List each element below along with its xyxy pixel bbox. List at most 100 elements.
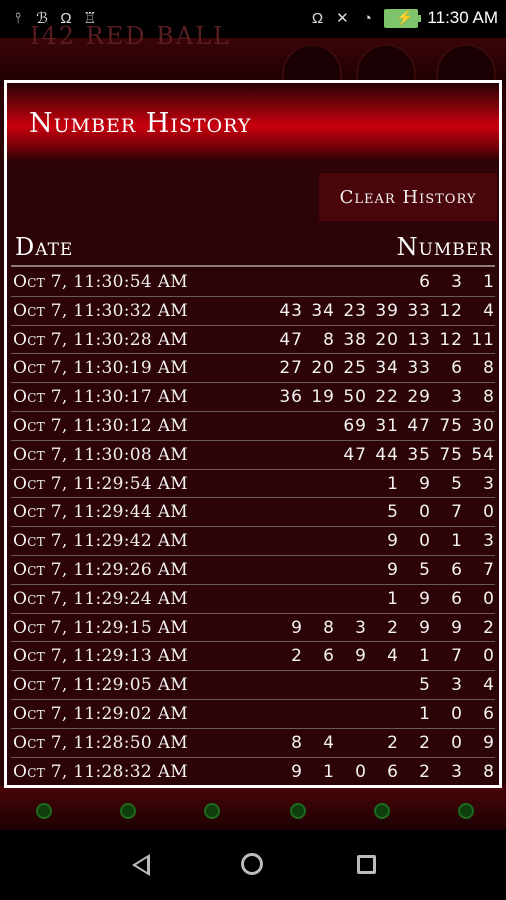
indicator-dot — [204, 803, 220, 819]
row-numbers: 47 8 38 20 13 12 11 — [271, 330, 495, 350]
history-list[interactable]: Oct 7, 11:30:54 AM 6 3 1 Oct 7, 11:30:32 AM 4… — [7, 268, 499, 785]
number-column-header: Number — [396, 233, 493, 261]
row-numbers: 9106238 — [271, 762, 495, 782]
row-numbers: 2694170 — [271, 646, 495, 666]
home-icon[interactable] — [241, 853, 263, 875]
drawn-number: 1 — [419, 646, 431, 667]
row-date: Oct 7, 11:29:42 AM — [13, 531, 188, 552]
drawn-number: 29 — [407, 387, 431, 408]
drawn-number: 12 — [439, 329, 463, 350]
drawn-number: 4 — [483, 300, 495, 321]
drawn-number: 8 — [483, 358, 495, 379]
drawn-number: 0 — [483, 646, 495, 667]
drawn-number: 5 — [387, 502, 399, 523]
row-numbers: 36 19 50 22 29 3 8 — [271, 387, 495, 407]
drawn-number: 3 — [451, 761, 463, 782]
drawn-number: 2 — [419, 732, 431, 753]
header-divider — [11, 265, 495, 267]
drawn-number: 4 — [323, 732, 335, 753]
drawn-number: 19 — [311, 387, 335, 408]
recent-apps-icon[interactable] — [357, 855, 376, 874]
drawn-number: 6 — [323, 646, 335, 667]
drawn-number: 12 — [439, 300, 463, 321]
row-date: Oct 7, 11:29:54 AM — [13, 473, 188, 494]
drawn-number: 22 — [375, 387, 399, 408]
row-numbers: 5070 — [367, 502, 495, 522]
drawn-number: 30 — [471, 415, 495, 436]
drawn-number: 1 — [419, 703, 431, 724]
drawn-number: 0 — [451, 732, 463, 753]
date-column-header: Date — [15, 233, 74, 261]
row-date: Oct 7, 11:30:12 AM — [13, 415, 188, 436]
drawn-number: 5 — [419, 559, 431, 580]
drawn-number: 6 — [451, 358, 463, 379]
drawn-number — [335, 733, 367, 753]
row-numbers: 43 34 23 39 33 12 4 — [271, 301, 495, 321]
drawn-number: 8 — [323, 329, 335, 350]
history-row: Oct 7, 11:29:54 AM 1 9 5 3 — [11, 470, 495, 499]
headset-icon: Ω — [311, 9, 324, 27]
row-numbers: 27 20 25 34 33 6 8 — [271, 358, 495, 378]
drawn-number: 9 — [355, 646, 367, 667]
drawn-number: 8 — [323, 617, 335, 638]
drawn-number: 7 — [483, 559, 495, 580]
drawn-number: 4 — [387, 646, 399, 667]
drawn-number: 1 — [451, 531, 463, 552]
history-row: Oct 7, 11:29:13 AM 2 6 9 4 1 7 0 — [11, 642, 495, 672]
drawn-number: 13 — [407, 329, 431, 350]
drawn-number: 6 — [451, 588, 463, 609]
row-numbers: 1953 — [367, 474, 495, 494]
row-numbers: 9013 — [367, 531, 495, 551]
drawn-number: 31 — [375, 415, 399, 436]
drawn-number: 0 — [451, 703, 463, 724]
row-date: Oct 7, 11:30:19 AM — [13, 358, 188, 379]
drawn-number: 7 — [451, 502, 463, 523]
drawn-number: 3 — [451, 675, 463, 696]
row-date: Oct 7, 11:30:08 AM — [13, 444, 188, 465]
drawn-number: 6 — [387, 761, 399, 782]
row-numbers: 534 — [399, 675, 495, 695]
row-numbers: 631 — [399, 272, 495, 292]
drawn-number: 3 — [483, 473, 495, 494]
history-row: Oct 7, 11:29:24 AM 1 9 6 0 — [11, 585, 495, 614]
drawn-number: 33 — [407, 300, 431, 321]
history-row: Oct 7, 11:30:32 AM 43 34 23 39 33 12 4 — [11, 297, 495, 326]
row-numbers: 106 — [399, 704, 495, 724]
row-date: Oct 7, 11:28:32 AM — [13, 761, 188, 782]
drawn-number: 75 — [439, 444, 463, 465]
drawn-number: 2 — [419, 761, 431, 782]
history-row: Oct 7, 11:29:44 AM 5 0 7 0 — [11, 498, 495, 528]
drawn-number: 9 — [419, 617, 431, 638]
row-date: Oct 7, 11:29:26 AM — [13, 559, 188, 580]
drawn-number: 6 — [451, 559, 463, 580]
status-bar-right-icons: Ω ✕ ◔ ⚡ 11:30 AM — [309, 8, 498, 28]
drawn-number: 0 — [419, 502, 431, 523]
drawn-number: 4 — [483, 675, 495, 696]
drawn-number: 7 — [451, 646, 463, 667]
history-row: Oct 7, 11:30:28 AM 47 8 38 20 13 12 11 — [11, 326, 495, 355]
row-numbers: 9567 — [367, 560, 495, 580]
clear-history-button[interactable]: Clear History — [319, 173, 497, 221]
history-row: Oct 7, 11:29:26 AM 9 5 6 7 — [11, 556, 495, 585]
drawn-number: 44 — [375, 444, 399, 465]
history-row: Oct 7, 11:29:42 AM 9 0 1 3 — [11, 527, 495, 556]
row-date: Oct 7, 11:29:24 AM — [13, 588, 188, 609]
drawn-number: 47 — [343, 444, 367, 465]
indicator-dot — [458, 803, 474, 819]
drawn-number: 5 — [419, 675, 431, 696]
drawn-number: 34 — [311, 300, 335, 321]
drawn-number: 2 — [483, 617, 495, 638]
drawn-number: 50 — [343, 387, 367, 408]
drawn-number: 23 — [343, 300, 367, 321]
drawn-number: 20 — [375, 329, 399, 350]
history-row: Oct 7, 11:30:08 AM 47 44 35 75 54 — [11, 441, 495, 470]
row-numbers: 47 44 35 75 54 — [335, 445, 495, 465]
clock: 11:30 AM — [427, 8, 498, 27]
drawn-number: 2 — [387, 732, 399, 753]
row-date: Oct 7, 11:29:02 AM — [13, 703, 188, 724]
history-row: Oct 7, 11:29:05 AM 5 3 4 — [11, 671, 495, 700]
back-icon-inner — [136, 858, 147, 872]
drawn-number: 47 — [279, 329, 303, 350]
row-date: Oct 7, 11:30:32 AM — [13, 300, 188, 321]
row-date: Oct 7, 11:29:05 AM — [13, 675, 188, 696]
